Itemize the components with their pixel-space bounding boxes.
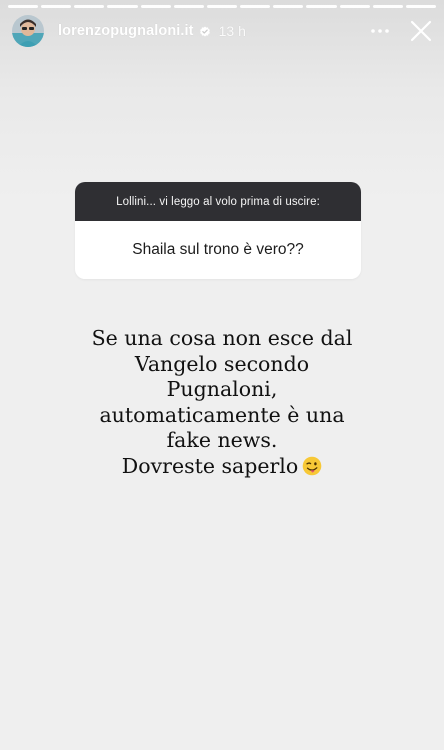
caption-line: Se una cosa non esce dal	[91, 326, 353, 350]
caption-line: Pugnaloni,	[166, 377, 278, 401]
username[interactable]: lorenzopugnaloni.it	[58, 23, 194, 39]
progress-segment	[273, 5, 304, 8]
more-horizontal-icon	[371, 29, 389, 33]
caption-line: automaticamente è una	[99, 402, 345, 427]
progress-segment	[41, 5, 72, 8]
question-sticker[interactable]: Lollini... vi leggo al volo prima di usc…	[75, 182, 361, 279]
story-caption: Se una cosa non esce dal Vangelo secondo…	[60, 326, 384, 479]
close-icon	[410, 20, 432, 42]
caption-line: Dovreste saperlo	[121, 453, 299, 478]
progress-segment	[8, 5, 39, 8]
story-header: lorenzopugnaloni.it 13 h	[12, 14, 436, 48]
caption-line: fake news.	[166, 428, 278, 452]
progress-segment	[372, 5, 403, 8]
verified-badge-icon	[199, 25, 211, 37]
progress-segment	[140, 5, 171, 8]
caption-line: Vangelo secondo	[134, 351, 310, 376]
close-button[interactable]	[406, 16, 436, 46]
question-prompt: Lollini... vi leggo al volo prima di usc…	[75, 182, 361, 221]
avatar[interactable]	[12, 15, 44, 47]
progress-segment	[339, 5, 370, 8]
post-timestamp: 13 h	[218, 23, 246, 39]
progress-segment	[306, 5, 337, 8]
winking-face-tongue-emoji-icon	[302, 456, 322, 476]
caption-last-line: Dovreste saperlo	[60, 454, 384, 480]
progress-segment	[405, 5, 437, 8]
progress-segment	[173, 5, 204, 8]
story-progress-bar	[8, 5, 437, 8]
more-options-button[interactable]	[366, 17, 394, 45]
progress-segment	[107, 5, 138, 8]
progress-segment	[74, 5, 105, 8]
progress-segment	[206, 5, 238, 8]
question-answer: Shaila sul trono è vero??	[75, 221, 361, 279]
progress-segment	[240, 5, 271, 8]
